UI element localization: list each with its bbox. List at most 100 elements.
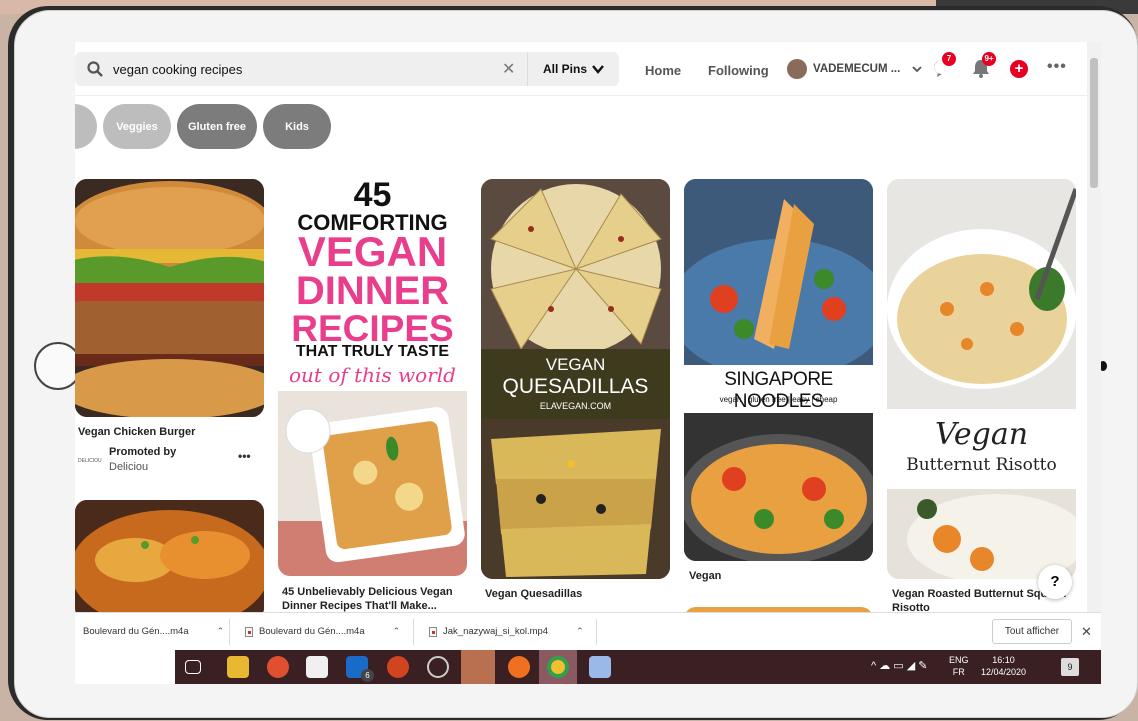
- search-input[interactable]: [113, 61, 493, 77]
- page-scrollbar[interactable]: [1087, 42, 1101, 612]
- notifications-badge: 9+: [982, 52, 996, 66]
- chrome-icon[interactable]: [547, 656, 569, 678]
- store-icon[interactable]: [306, 656, 328, 678]
- download-filename: Jak_nazywaj_si_kol.mp4: [443, 626, 549, 637]
- pin-image-burger[interactable]: [75, 179, 264, 417]
- pinterest-header: ✕ All Pins Home Following VADEMECUM ... …: [75, 42, 1101, 96]
- browser-screen: ✕ All Pins Home Following VADEMECUM ... …: [75, 42, 1101, 684]
- clear-search-icon[interactable]: ✕: [502, 59, 515, 79]
- promoted-label: Promoted by: [109, 446, 177, 458]
- lang-primary: ENG: [949, 655, 969, 665]
- close-icon[interactable]: ✕: [1081, 624, 1092, 640]
- tray-icons[interactable]: ^ ☁ ▭ ◢ ✎: [871, 660, 927, 672]
- notification-count: 9: [1067, 662, 1073, 672]
- lang-secondary: FR: [952, 667, 965, 677]
- overlay-line: DINNER: [295, 269, 450, 313]
- nav-following[interactable]: Following: [708, 63, 769, 78]
- burger-image: [75, 179, 264, 417]
- language-indicator[interactable]: ENG FR: [949, 654, 969, 678]
- powerpoint-icon[interactable]: [387, 656, 409, 678]
- overlay-line: ELAVEGAN.COM: [539, 401, 612, 411]
- search-icon: [87, 61, 103, 77]
- risotto-image: [887, 179, 1076, 579]
- search-scope-label: All Pins: [542, 62, 587, 76]
- more-options-button[interactable]: •••: [1047, 58, 1067, 76]
- pin-image-comforting[interactable]: 45 COMFORTING VEGAN DINNER RECIPES THAT …: [278, 179, 467, 576]
- mail-icon[interactable]: 6: [346, 656, 374, 682]
- file-icon: [245, 626, 253, 637]
- pin-image-enchiladas[interactable]: [75, 500, 264, 620]
- chip-label: Veggies: [116, 120, 158, 133]
- firefox-icon[interactable]: [508, 656, 530, 678]
- pin-image-quesadillas[interactable]: VEGAN QUESADILLAS ELAVEGAN.COM: [481, 179, 670, 579]
- filter-chip-kids[interactable]: Kids: [263, 104, 331, 149]
- help-button[interactable]: ?: [1038, 565, 1072, 599]
- enchiladas-image: [75, 500, 264, 620]
- messages-badge: 7: [942, 52, 956, 66]
- clock[interactable]: 16:10 12/04/2020: [981, 654, 1026, 678]
- windows-taskbar: 6 ^ ☁ ▭ ◢ ✎ ENG FR 16:10 12/04/2020 9: [175, 650, 1101, 684]
- promoter-name[interactable]: Deliciou: [109, 461, 148, 473]
- clock-date: 12/04/2020: [981, 667, 1027, 677]
- nav-home[interactable]: Home: [645, 63, 681, 78]
- show-all-downloads-button[interactable]: Tout afficher: [992, 619, 1072, 644]
- chevron-up-icon[interactable]: ⌃: [217, 626, 225, 637]
- create-pin-button[interactable]: +: [1010, 60, 1028, 78]
- overlay-line: Butternut Risotto: [906, 455, 1057, 475]
- overlay-line: Vegan: [934, 417, 1029, 452]
- chevron-down-icon: [592, 65, 604, 74]
- paint-icon[interactable]: [589, 656, 611, 678]
- scrollbar-thumb[interactable]: [1090, 58, 1098, 188]
- pin-title[interactable]: Vegan: [689, 569, 721, 583]
- pin-image-noodles[interactable]: SINGAPORE NOODLES vegan | gluten free | …: [684, 179, 873, 561]
- divider: [413, 619, 414, 645]
- pin-title[interactable]: Vegan Chicken Burger: [78, 425, 195, 439]
- pin-title[interactable]: 45 Unbelievably Delicious Vegan Dinner R…: [282, 585, 467, 613]
- overlay-line: VEGAN: [545, 355, 606, 374]
- chevron-up-icon[interactable]: ⌃: [576, 626, 584, 637]
- search-scope-dropdown[interactable]: All Pins: [527, 52, 619, 86]
- overlay-line: VEGAN: [297, 228, 448, 275]
- lasagna-image: [278, 391, 467, 576]
- filter-chip-partial[interactable]: [75, 104, 97, 149]
- pin-image-risotto[interactable]: Vegan Butternut Risotto: [887, 179, 1076, 579]
- download-filename: Boulevard du Gén....m4a: [83, 626, 189, 637]
- filter-chip-veggies[interactable]: Veggies: [103, 104, 171, 149]
- overlay-line: vegan | gluten free | easy | cheap: [719, 395, 838, 404]
- user-name: VADEMECUM ...: [813, 63, 901, 75]
- file-explorer-icon[interactable]: [227, 656, 249, 678]
- divider: [229, 619, 230, 645]
- clock-time: 16:10: [992, 655, 1015, 665]
- download-filename: Boulevard du Gén....m4a: [259, 626, 365, 637]
- chevron-down-icon: [912, 66, 922, 73]
- file-icon: [429, 626, 437, 637]
- messages-button[interactable]: 7: [932, 52, 956, 80]
- overlay-line: THAT TRULY TASTE: [295, 343, 450, 360]
- obs-icon[interactable]: [427, 656, 449, 678]
- downloads-bar: Boulevard du Gén....m4a ⌃ Boulevard du G…: [75, 612, 1101, 650]
- pin-title[interactable]: Vegan Quesadillas: [485, 587, 582, 601]
- chevron-up-icon[interactable]: ⌃: [393, 626, 401, 637]
- chip-label: Gluten free: [187, 120, 247, 133]
- overlay-number: 45: [353, 179, 392, 214]
- notification-center[interactable]: 9: [1061, 658, 1079, 676]
- download-item[interactable]: Boulevard du Gén....m4a ⌃: [245, 626, 400, 637]
- download-item[interactable]: Boulevard du Gén....m4a ⌃: [83, 626, 224, 637]
- app-icon[interactable]: [267, 656, 289, 678]
- pin-more-button[interactable]: •••: [238, 449, 251, 463]
- filter-chip-gluten-free[interactable]: Gluten free: [177, 104, 257, 149]
- download-item[interactable]: Jak_nazywaj_si_kol.mp4 ⌃: [429, 626, 584, 637]
- active-app-icon[interactable]: [461, 650, 495, 684]
- task-view-icon[interactable]: [185, 660, 201, 674]
- overlay-line: QUESADILLAS: [502, 375, 649, 398]
- overlay-line: out of this world: [289, 363, 456, 387]
- divider: [596, 619, 597, 645]
- user-menu[interactable]: VADEMECUM ...: [787, 59, 922, 79]
- promoter-logo: DELICIOU: [78, 458, 102, 464]
- chip-label: Kids: [285, 120, 309, 133]
- notifications-button[interactable]: 9+: [972, 52, 996, 80]
- overlay-line: SINGAPORE NOODLES: [724, 369, 833, 412]
- plus-icon: +: [1014, 60, 1024, 77]
- mail-badge: 6: [361, 669, 374, 682]
- search-bar[interactable]: ✕ All Pins: [75, 52, 619, 86]
